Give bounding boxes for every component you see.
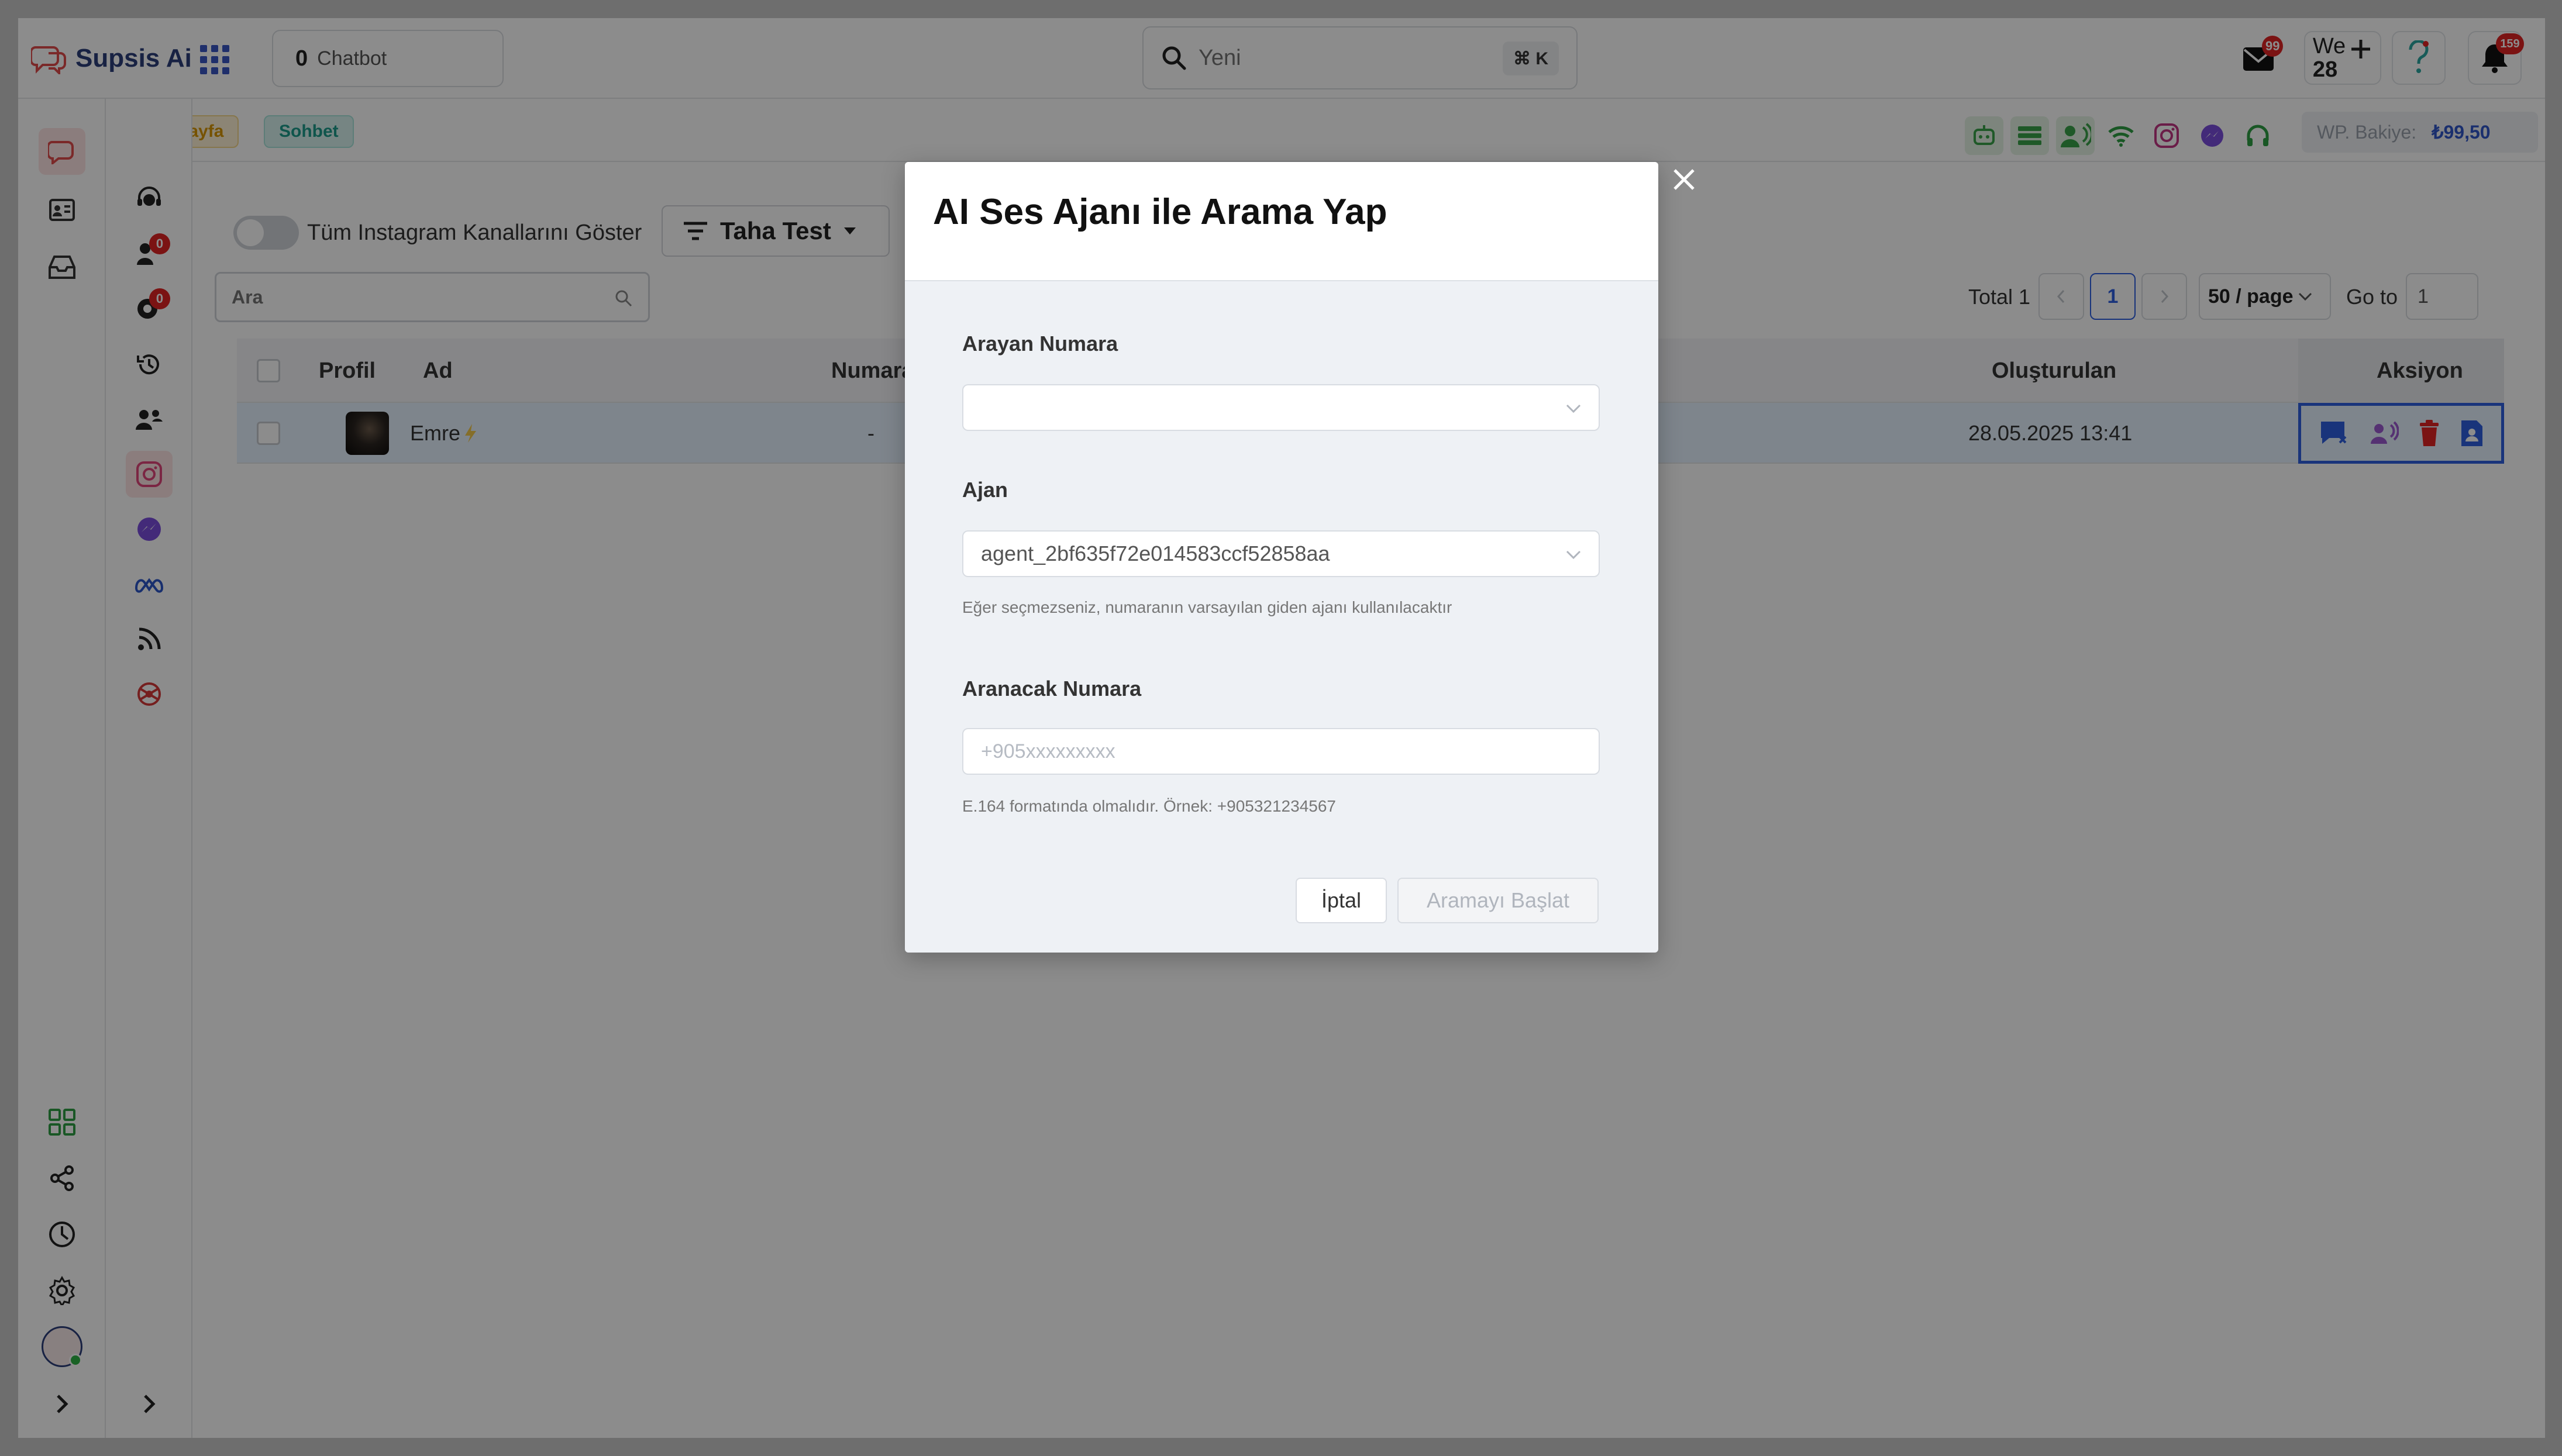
callee-number-label: Aranacak Numara xyxy=(962,677,1142,701)
callee-number-input[interactable] xyxy=(981,740,1566,763)
agent-help-text: Eğer seçmezseniz, numaranın varsayılan g… xyxy=(962,598,1452,616)
close-icon xyxy=(1673,169,1695,190)
callee-help-text: E.164 formatında olmalıdır. Örnek: +9053… xyxy=(962,797,1336,815)
caller-number-select[interactable] xyxy=(962,384,1600,431)
chevron-down-icon xyxy=(1566,404,1581,413)
agent-select[interactable]: agent_2bf635f72e014583ccf52858aa xyxy=(962,530,1600,577)
agent-value: agent_2bf635f72e014583ccf52858aa xyxy=(981,541,1330,565)
start-call-button[interactable]: Aramayı Başlat xyxy=(1397,878,1599,923)
modal-title: AI Ses Ajanı ile Arama Yap xyxy=(933,192,1387,232)
caller-number-label: Arayan Numara xyxy=(962,332,1118,356)
app-window: Supsis Ai 0 Chatbot ⌘ K 99 xyxy=(18,18,2545,1438)
callee-number-field[interactable] xyxy=(962,728,1600,775)
agent-label: Ajan xyxy=(962,478,1008,502)
modal-close-button[interactable] xyxy=(1665,161,1703,198)
ai-voice-call-modal: AI Ses Ajanı ile Arama Yap Arayan Numara… xyxy=(905,162,1658,953)
modal-header: AI Ses Ajanı ile Arama Yap xyxy=(905,162,1658,281)
chevron-down-icon xyxy=(1566,550,1581,560)
cancel-button[interactable]: İptal xyxy=(1296,878,1387,923)
